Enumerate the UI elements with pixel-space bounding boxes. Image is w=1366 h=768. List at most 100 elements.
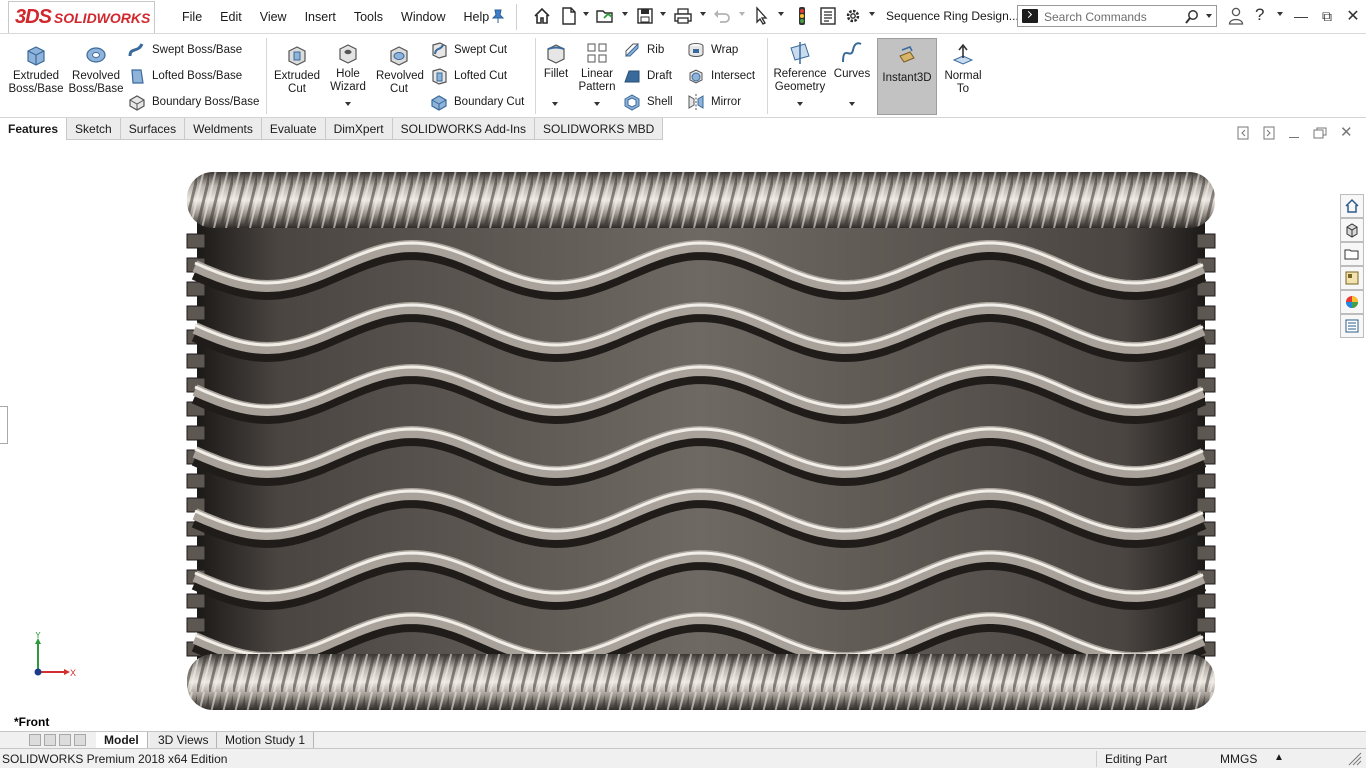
rib-button[interactable]: Rib — [623, 40, 664, 60]
file-properties-icon[interactable] — [818, 6, 838, 26]
tab-dimxpert[interactable]: DimXpert — [325, 118, 393, 140]
next-tab-button[interactable] — [59, 734, 71, 746]
new-document-icon[interactable] — [559, 6, 579, 26]
lofted-cut-button[interactable]: Lofted Cut — [430, 66, 507, 86]
user-icon[interactable] — [1228, 7, 1244, 25]
tab-motion-study-1[interactable]: Motion Study 1 — [217, 732, 315, 748]
linear-pattern-dropdown[interactable] — [594, 102, 600, 106]
unit-system-dropdown-icon[interactable]: ▲ — [1274, 752, 1284, 763]
appearances-icon[interactable] — [1340, 290, 1364, 314]
tab-solidworks-add-ins[interactable]: SOLIDWORKS Add-Ins — [392, 118, 535, 140]
instant3d-content: Instant3D — [878, 44, 936, 85]
revolved-cut-button[interactable]: Revolved Cut — [373, 42, 425, 96]
reference-geometry-button[interactable]: Reference Geometry — [770, 40, 830, 94]
menu-tools[interactable]: Tools — [345, 10, 392, 24]
view-palette-icon[interactable] — [1340, 266, 1364, 290]
intersect-button[interactable]: Intersect — [687, 66, 755, 86]
curves-dropdown[interactable] — [849, 102, 855, 106]
curves-button[interactable]: Curves — [832, 40, 872, 81]
search-commands-box[interactable]: Search Commands — [1017, 5, 1217, 27]
file-explorer-icon[interactable] — [1340, 242, 1364, 266]
menu-view[interactable]: View — [251, 10, 296, 24]
lofted-boss-button[interactable]: Lofted Boss/Base — [128, 66, 242, 86]
menu-window[interactable]: Window — [392, 10, 454, 24]
boundary-boss-button[interactable]: Boundary Boss/Base — [128, 92, 259, 112]
save-icon[interactable] — [635, 6, 655, 26]
last-tab-button[interactable] — [74, 734, 86, 746]
solidworks-resources-icon[interactable] — [1340, 194, 1364, 218]
draft-button[interactable]: Draft — [623, 66, 672, 86]
options-dropdown[interactable] — [869, 12, 875, 16]
search-input[interactable]: Search Commands — [1044, 10, 1147, 24]
tab-surfaces[interactable]: Surfaces — [120, 118, 186, 140]
feature-tree-collapse-handle[interactable] — [0, 406, 8, 444]
options-icon[interactable] — [843, 6, 863, 26]
graphics-area[interactable] — [0, 140, 1366, 732]
select-icon[interactable] — [752, 6, 772, 26]
unit-system-selector[interactable]: MMGS — [1220, 752, 1257, 766]
first-tab-button[interactable] — [29, 734, 41, 746]
print-icon[interactable] — [673, 6, 693, 26]
tab-sketch[interactable]: Sketch — [67, 118, 121, 140]
solidworks-logo[interactable]: 3DS SOLIDWORKS — [8, 1, 155, 33]
instant3d-label: Instant3D — [882, 72, 932, 84]
hole-wizard-label: Hole Wizard — [330, 68, 366, 93]
menu-edit[interactable]: Edit — [211, 10, 251, 24]
tab-evaluate[interactable]: Evaluate — [261, 118, 326, 140]
help-icon[interactable]: ? — [1255, 5, 1264, 25]
menu-insert[interactable]: Insert — [296, 10, 345, 24]
tab-model[interactable]: Model — [96, 732, 148, 748]
resize-grip-icon[interactable] — [1348, 752, 1362, 766]
undo-dropdown[interactable] — [739, 12, 745, 16]
tab-features[interactable]: Features — [0, 118, 68, 140]
rebuild-icon[interactable] — [792, 6, 812, 26]
design-library-icon[interactable] — [1340, 218, 1364, 242]
triad-x-label: X — [70, 668, 76, 678]
swept-cut-button[interactable]: Swept Cut — [430, 40, 507, 60]
hole-wizard-button[interactable]: Hole Wizard — [324, 40, 372, 94]
extruded-boss-button[interactable]: Extruded Boss/Base — [8, 42, 64, 96]
open-icon[interactable] — [595, 6, 615, 26]
search-dropdown[interactable] — [1206, 14, 1212, 18]
doc-minimize-icon[interactable] — [1289, 128, 1299, 138]
shell-button[interactable]: Shell — [623, 92, 673, 112]
open-dropdown[interactable] — [622, 12, 628, 16]
close-icon[interactable]: ✕ — [1340, 4, 1366, 28]
extruded-cut-button[interactable]: Extruded Cut — [271, 42, 323, 96]
doc-restore-icon[interactable] — [1313, 127, 1327, 139]
reference-triad: Y X — [34, 632, 76, 678]
wrap-button[interactable]: Wrap — [687, 40, 738, 60]
select-dropdown[interactable] — [778, 12, 784, 16]
menu-file[interactable]: File — [173, 10, 211, 24]
undo-icon[interactable] — [712, 6, 732, 26]
search-icon[interactable] — [1184, 9, 1200, 25]
minimize-icon[interactable]: — — [1288, 4, 1314, 28]
boundary-cut-button[interactable]: Boundary Cut — [430, 92, 524, 112]
linear-pattern-button[interactable]: Linear Pattern — [576, 40, 618, 94]
save-dropdown[interactable] — [660, 12, 666, 16]
ring-model[interactable] — [185, 170, 1217, 714]
print-dropdown[interactable] — [700, 12, 706, 16]
tile-left-icon[interactable] — [1237, 126, 1249, 140]
mirror-button[interactable]: Mirror — [687, 92, 741, 112]
swept-boss-button[interactable]: Swept Boss/Base — [128, 40, 242, 60]
doc-close-icon[interactable]: ✕ — [1340, 123, 1353, 141]
revolved-boss-button[interactable]: Revolved Boss/Base — [68, 42, 124, 96]
hole-wizard-dropdown[interactable] — [345, 102, 351, 106]
pin-icon[interactable] — [490, 8, 506, 24]
custom-properties-icon[interactable] — [1340, 314, 1364, 338]
tile-right-icon[interactable] — [1263, 126, 1275, 140]
home-icon[interactable] — [532, 6, 552, 26]
fillet-button[interactable]: Fillet — [538, 40, 574, 81]
help-dropdown[interactable] — [1277, 12, 1283, 16]
reference-geometry-dropdown[interactable] — [797, 102, 803, 106]
previous-tab-button[interactable] — [44, 734, 56, 746]
restore-icon[interactable]: ⧉ — [1314, 4, 1340, 28]
normal-to-button[interactable]: Normal To — [941, 42, 985, 96]
tab-weldments[interactable]: Weldments — [185, 118, 262, 140]
new-dropdown[interactable] — [583, 12, 589, 16]
instant3d-button[interactable]: Instant3D — [877, 38, 937, 115]
tab-3d-views[interactable]: 3D Views — [150, 732, 218, 748]
fillet-dropdown[interactable] — [552, 102, 558, 106]
tab-solidworks-mbd[interactable]: SOLIDWORKS MBD — [534, 118, 664, 140]
